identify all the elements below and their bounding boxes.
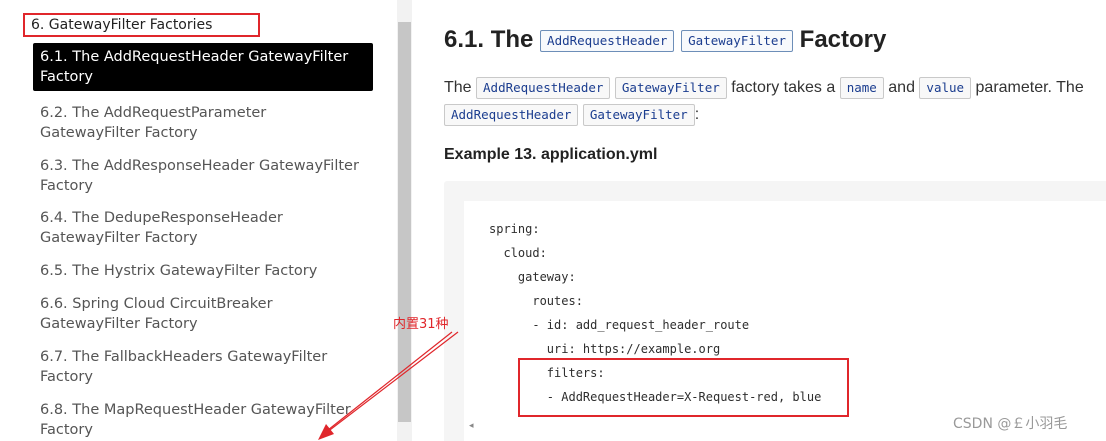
watermark: CSDN @￡小羽毛 — [953, 416, 1068, 432]
para-code: GatewayFilter — [614, 76, 727, 99]
code-line: routes: — [489, 294, 583, 308]
title-code-addrequestheader: AddRequestHeader — [540, 29, 675, 52]
sidebar-item-hystrix[interactable]: 6.5. The Hystrix GatewayFilter Factory — [33, 257, 373, 285]
para-code: value — [919, 76, 972, 99]
code-line: gateway: — [489, 270, 576, 284]
sidebar-nav: 6. GatewayFilter Factories 6.1. The AddR… — [0, 0, 397, 441]
code-line: spring: — [489, 222, 540, 236]
sidebar-item-circuitbreaker[interactable]: 6.6. Spring Cloud CircuitBreaker Gateway… — [33, 290, 373, 338]
sidebar-item-dedupe-response-header[interactable]: 6.4. The DedupeResponseHeader GatewayFil… — [33, 204, 373, 252]
main-content: 6.1. The AddRequestHeader GatewayFilter … — [412, 0, 1106, 441]
annotation-label: 内置31种 — [393, 317, 449, 332]
code-line: - id: add_request_header_route — [489, 318, 750, 332]
para-code: name — [839, 76, 884, 99]
example-title: Example 13. application.yml — [444, 146, 658, 163]
title-code-gatewayfilter: GatewayFilter — [681, 29, 793, 52]
sidebar-scrollbar-thumb[interactable] — [398, 22, 411, 422]
title-suffix: Factory — [799, 26, 887, 53]
sidebar-item-fallback-headers[interactable]: 6.7. The FallbackHeaders GatewayFilter F… — [33, 343, 373, 391]
para-code: GatewayFilter — [582, 103, 695, 126]
sidebar-item-add-request-header[interactable]: 6.1. The AddRequestHeader GatewayFilter … — [33, 43, 373, 91]
page-title: 6.1. The AddRequestHeader GatewayFilter … — [444, 26, 886, 54]
sidebar-scrollbar[interactable] — [397, 0, 412, 441]
sidebar-item-add-response-header[interactable]: 6.3. The AddResponseHeader GatewayFilter… — [33, 152, 373, 200]
para-text: The — [444, 79, 472, 96]
sidebar-item-map-request-header[interactable]: 6.8. The MapRequestHeader GatewayFilter … — [33, 396, 373, 441]
para-code: AddRequestHeader — [444, 103, 579, 126]
para-text: : — [694, 106, 700, 123]
para-text: parameter. The — [975, 79, 1084, 96]
para-text: factory takes a — [731, 79, 836, 96]
para-code: AddRequestHeader — [476, 76, 611, 99]
title-prefix: 6.1. The — [444, 26, 534, 53]
code-line: cloud: — [489, 246, 547, 260]
highlight-box-filters — [518, 358, 849, 417]
code-scroll-left-icon[interactable]: ◂ — [469, 421, 474, 431]
description-paragraph: The AddRequestHeader GatewayFilter facto… — [444, 74, 1106, 128]
sidebar-item-add-request-parameter[interactable]: 6.2. The AddRequestParameter GatewayFilt… — [33, 99, 373, 147]
para-text: and — [888, 79, 915, 96]
sidebar-section-title[interactable]: 6. GatewayFilter Factories — [23, 13, 260, 37]
